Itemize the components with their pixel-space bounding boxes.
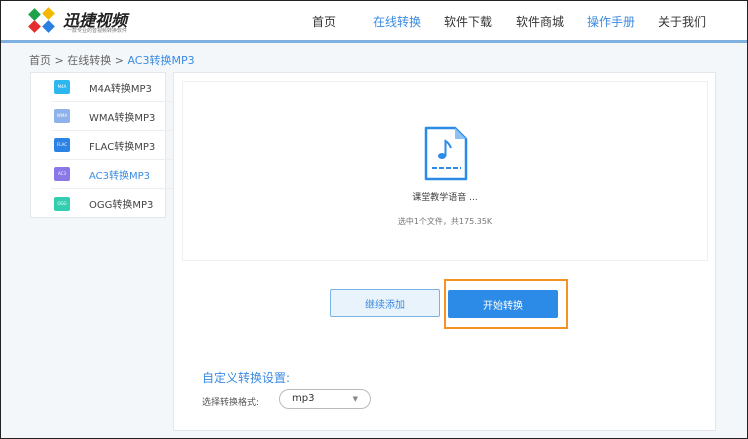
add-more-button[interactable]: 继续添加 — [330, 289, 440, 317]
sidebar-item-label: WMA转换MP3 — [89, 112, 156, 124]
nav-software-download[interactable]: 软件下载 — [444, 13, 492, 30]
nav-manual[interactable]: 操作手册 — [587, 13, 635, 30]
chevron-down-icon: ▼ — [352, 395, 358, 403]
start-convert-button[interactable]: 开始转换 — [448, 290, 558, 318]
breadcrumb-current: AC3转换MP3 — [127, 54, 195, 67]
brand-slogan: 一款专业的音视频转换软件 — [67, 28, 128, 34]
header: 迅捷视频 一款专业的音视频转换软件 首页 在线转换 软件下载 软件商城 操作手册… — [1, 1, 747, 43]
settings-title: 自定义转换设置: — [202, 371, 291, 385]
format-label: 选择转换格式: — [202, 398, 260, 408]
nav-home[interactable]: 首页 — [312, 13, 336, 30]
format-select[interactable]: mp3 ▼ — [279, 389, 371, 409]
sidebar-item-m4a[interactable]: M4A M4A转换MP3 — [51, 73, 173, 102]
breadcrumb-section[interactable]: 在线转换 — [67, 54, 111, 67]
sidebar-item-ac3[interactable]: AC3 AC3转换MP3 — [51, 160, 173, 189]
sidebar-item-flac[interactable]: FLAC FLAC转换MP3 — [51, 131, 173, 160]
file-drop-area[interactable]: 课堂教学语音 ... 选中1个文件，共175.35K — [182, 81, 708, 261]
sidebar-item-label: M4A转换MP3 — [89, 83, 152, 95]
sidebar-item-label: OGG转换MP3 — [89, 200, 154, 211]
sidebar: M4A M4A转换MP3 WMA WMA转换MP3 FLAC FLAC转换MP3… — [30, 72, 173, 218]
m4a-icon: M4A — [54, 80, 70, 94]
file-name: 课堂教学语音 ... — [412, 193, 478, 203]
nav-online-convert[interactable]: 在线转换 — [373, 13, 421, 30]
sidebar-item-label: FLAC转换MP3 — [89, 141, 156, 153]
format-value: mp3 — [292, 393, 315, 404]
ac3-icon: AC3 — [54, 167, 70, 181]
sidebar-item-wma[interactable]: WMA WMA转换MP3 — [51, 102, 173, 131]
breadcrumb-sep: > — [114, 54, 124, 67]
flac-icon: FLAC — [54, 138, 70, 152]
audio-file-icon — [424, 126, 468, 181]
breadcrumb-sep: > — [54, 54, 64, 67]
file-info: 选中1个文件，共175.35K — [397, 217, 493, 226]
ogg-icon: OGG — [54, 196, 70, 211]
breadcrumb: 首页 > 在线转换 > AC3转换MP3 — [29, 52, 195, 68]
logo-icon — [28, 7, 55, 33]
nav-software-store[interactable]: 软件商城 — [516, 13, 564, 30]
nav-about[interactable]: 关于我们 — [658, 13, 706, 30]
sidebar-item-ogg[interactable]: OGG OGG转换MP3 — [51, 189, 173, 218]
sidebar-item-label: AC3转换MP3 — [89, 170, 151, 182]
breadcrumb-home[interactable]: 首页 — [29, 54, 51, 67]
main-panel: 课堂教学语音 ... 选中1个文件，共175.35K 继续添加 开始转换 自定义… — [173, 72, 716, 431]
wma-icon: WMA — [54, 109, 70, 123]
